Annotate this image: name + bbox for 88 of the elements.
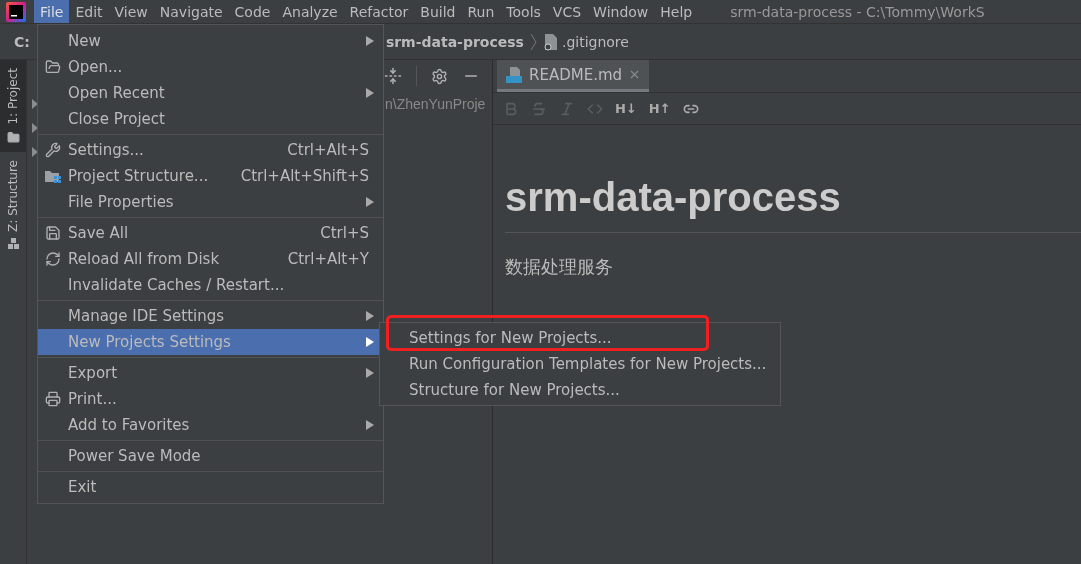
menu-item[interactable]: Print... <box>38 386 383 412</box>
submenu-arrow-icon <box>365 87 375 99</box>
menu-item[interactable]: Open... <box>38 54 383 80</box>
breadcrumb[interactable]: .gitignore <box>561 33 629 50</box>
tree-item[interactable]: n\ZhenYunProje <box>385 96 486 112</box>
structure-icon <box>6 237 20 251</box>
shortcut-text: Ctrl+Alt+S <box>287 141 369 159</box>
menu-item[interactable]: Invalidate Caches / Restart... <box>38 272 383 298</box>
menu-item-label: Print... <box>68 390 118 408</box>
tool-window-tab[interactable]: 1: Project <box>0 60 26 152</box>
printer-icon <box>45 391 61 407</box>
menu-item[interactable]: Power Save Mode <box>38 443 383 469</box>
menu-item-label: File Properties <box>68 193 175 211</box>
app-logo-icon <box>6 2 26 22</box>
menu-bar-item[interactable]: Navigate <box>153 0 229 23</box>
menu-item-label: Open... <box>68 58 124 76</box>
wrench-icon <box>45 142 61 158</box>
file-icon <box>543 32 558 51</box>
document-paragraph: 数据处理服务 <box>505 255 614 279</box>
refresh-icon <box>45 251 61 267</box>
menu-bar-item[interactable]: Code <box>228 0 277 23</box>
submenu-arrow-icon <box>365 367 375 379</box>
settings-icon[interactable] <box>431 67 448 85</box>
menu-item[interactable]: New <box>38 28 383 54</box>
save-icon <box>45 225 61 241</box>
menu-item-label: Manage IDE Settings <box>68 307 226 325</box>
submenu-arrow-icon <box>365 196 375 208</box>
menu-item-label: New <box>68 32 102 50</box>
shortcut-text: Ctrl+Alt+Y <box>287 250 369 268</box>
menu-bar-item[interactable]: Analyze <box>276 0 344 23</box>
menu-bar-item[interactable]: File <box>34 0 70 23</box>
breadcrumb[interactable]: srm-data-process <box>385 33 524 50</box>
menu-item[interactable]: Add to Favorites <box>38 412 383 438</box>
menu-bar-item[interactable]: Edit <box>69 0 109 23</box>
folder-icon <box>6 130 20 144</box>
menu-item-label: Settings... <box>68 141 145 159</box>
submenu-item[interactable]: Structure for New Projects... <box>380 377 780 403</box>
menu-bar-item[interactable]: Tools <box>500 0 547 23</box>
folder-grid-icon <box>44 168 62 184</box>
menu-bar-item[interactable]: Help <box>654 0 699 23</box>
menu-item-label: Open Recent <box>68 84 166 102</box>
menu-item[interactable]: Project Structure... Ctrl+Alt+Shift+S <box>38 163 383 189</box>
breadcrumb-separator-icon <box>529 31 538 52</box>
shortcut-text: Ctrl+S <box>320 224 369 242</box>
menu-bar-item[interactable]: Run <box>461 0 501 23</box>
menu-item-label: Exit <box>68 478 98 496</box>
menu-item[interactable]: Close Project <box>38 106 383 132</box>
expand-arrow-icon[interactable] <box>31 98 39 110</box>
heading-level-button[interactable]: H↑ <box>648 101 671 116</box>
menu-item-label: Export <box>68 364 119 382</box>
menu-bar-item[interactable]: Refactor <box>343 0 415 23</box>
heading-level-button[interactable]: H↓ <box>615 101 637 116</box>
document-heading: srm-data-process <box>505 175 1081 233</box>
editor-tab[interactable]: README.md <box>497 60 650 92</box>
menu-item-label: Invalidate Caches / Restart... <box>68 276 286 294</box>
expand-arrow-icon[interactable] <box>31 146 39 158</box>
submenu-item[interactable]: Run Configuration Templates for New Projects... <box>380 351 780 377</box>
menu-item[interactable]: Settings... Ctrl+Alt+S <box>38 137 383 163</box>
menu-bar-item[interactable]: Window <box>587 0 655 23</box>
shortcut-text: Ctrl+Alt+Shift+S <box>240 167 369 185</box>
menu-item[interactable]: Reload All from Disk Ctrl+Alt+Y <box>38 246 383 272</box>
window-title: srm-data-process - C:\Tommy\WorkS <box>730 2 985 22</box>
menu-item[interactable]: Exit <box>38 474 383 500</box>
menu-item-label: Save All <box>68 224 130 242</box>
menu-item[interactable]: Open Recent <box>38 80 383 106</box>
breadcrumb-drive[interactable]: C: <box>14 33 30 50</box>
submenu-arrow-icon <box>365 310 375 322</box>
menu-bar-item[interactable]: Build <box>414 0 462 23</box>
markdown-file-icon <box>505 65 523 84</box>
menu-bar-item[interactable]: VCS <box>546 0 588 23</box>
tool-window-tab[interactable]: Z: Structure <box>0 151 26 259</box>
menu-item-label: Add to Favorites <box>68 416 191 434</box>
expand-arrow-icon[interactable] <box>31 122 39 134</box>
menu-item[interactable]: File Properties <box>38 189 383 215</box>
collapse-all-icon[interactable] <box>384 67 402 85</box>
menu-item-label: Project Structure... <box>68 167 210 185</box>
menu-item[interactable]: Manage IDE Settings <box>38 303 383 329</box>
menu-bar-item[interactable]: View <box>108 0 154 23</box>
menu-item-label: Reload All from Disk <box>68 250 221 268</box>
submenu-arrow-icon <box>365 336 375 348</box>
folder-icon <box>45 59 61 75</box>
menu-item-label: Close Project <box>68 110 166 128</box>
menu-item-label: Power Save Mode <box>68 447 202 465</box>
menu-item[interactable]: Save All Ctrl+S <box>38 220 383 246</box>
menu-item[interactable]: Export <box>38 360 383 386</box>
submenu-arrow-icon <box>365 419 375 431</box>
menu-item-label: New Projects Settings <box>68 333 232 351</box>
submenu-arrow-icon <box>365 35 375 47</box>
